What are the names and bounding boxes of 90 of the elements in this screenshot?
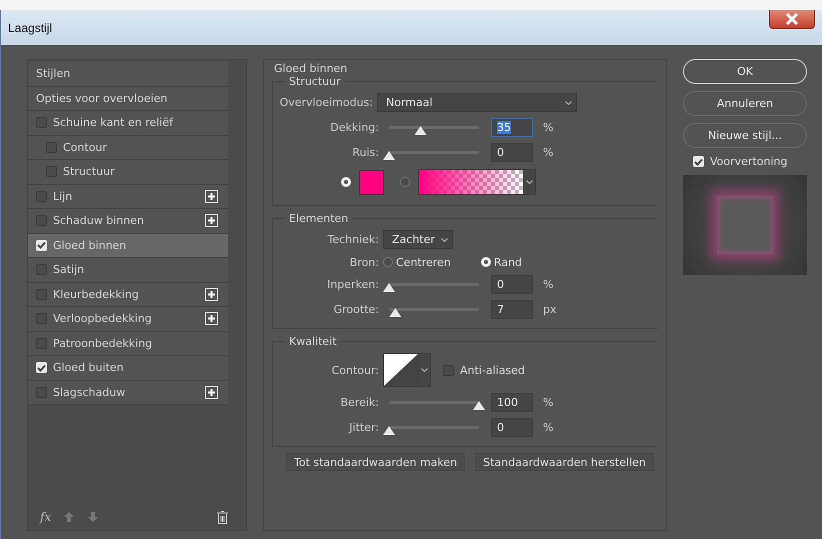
style-label: Verloopbedekking	[53, 312, 152, 326]
style-label: Opties voor overvloeien	[36, 92, 168, 105]
radio-option[interactable]: Centreren	[383, 256, 451, 268]
slider-thumb[interactable]	[473, 401, 485, 410]
chevron-down-icon	[440, 238, 448, 242]
style-label: Structuur	[63, 165, 115, 178]
field-label: Bereik:	[340, 396, 380, 409]
style-item[interactable]: Stijlen	[28, 62, 228, 86]
style-label: Lijn	[53, 190, 72, 203]
style-item[interactable]: Structuur	[28, 160, 228, 184]
style-label: Schaduw binnen	[53, 214, 144, 228]
group-title: Kwaliteit	[288, 335, 338, 348]
slider-thumb[interactable]	[414, 126, 426, 135]
style-item[interactable]: Slagschaduw	[28, 380, 228, 405]
color-swatch[interactable]	[359, 170, 384, 194]
dialog-button[interactable]: OK	[683, 59, 807, 84]
style-item[interactable]: Gloed binnen	[28, 234, 228, 258]
unit-label: %	[543, 278, 554, 291]
technique-dropdown[interactable]: Zachter	[383, 230, 453, 249]
unit-label: %	[543, 121, 554, 134]
value-field[interactable]: 100	[491, 393, 533, 412]
style-label: Gloed binnen	[53, 238, 126, 252]
defaults-button[interactable]: Standaardwaarden herstellen	[475, 453, 654, 471]
dialog-button[interactable]: Nieuwe stijl...	[683, 123, 807, 148]
unit-label: %	[543, 146, 554, 159]
style-label: Gloed buiten	[53, 361, 124, 374]
chevron-down-icon	[526, 180, 532, 184]
group-title: Elementen	[288, 212, 350, 225]
chevron-down-icon	[565, 100, 572, 104]
field-label: Jitter:	[348, 421, 380, 434]
style-item[interactable]: Schuine kant en reliëf	[28, 111, 228, 136]
close-button[interactable]	[769, 10, 815, 29]
field-label: Ruis:	[351, 146, 380, 159]
add-icon[interactable]	[205, 386, 218, 399]
panel-title: Gloed binnen	[273, 62, 348, 75]
style-item[interactable]: Opties voor overvloeien	[28, 86, 228, 111]
window-title: Laagstijl	[8, 20, 52, 34]
value-field[interactable]: 35	[491, 118, 533, 137]
style-item[interactable]: Satijn	[28, 258, 228, 282]
trash-icon[interactable]	[217, 510, 228, 524]
style-item[interactable]: Gloed buiten	[28, 356, 228, 380]
radio-button[interactable]	[400, 177, 410, 187]
chevron-down-icon	[420, 368, 428, 372]
style-item[interactable]: Schaduw binnen	[28, 209, 228, 234]
style-label: Contour	[63, 140, 107, 154]
field-label: Grootte:	[332, 303, 380, 316]
field-label: Contour:	[330, 364, 380, 376]
value-field[interactable]: 0	[491, 275, 533, 294]
add-icon[interactable]	[205, 312, 218, 326]
slider-thumb[interactable]	[389, 308, 402, 317]
dialog-button[interactable]: Annuleren	[683, 91, 807, 116]
add-icon[interactable]	[205, 288, 218, 301]
close-icon	[785, 13, 799, 25]
preview-checkbox[interactable]: Voorvertoning	[683, 155, 807, 168]
style-label: Satijn	[53, 263, 84, 276]
field-label: Overvloeimodus:	[278, 96, 374, 109]
style-item[interactable]: Kleurbedekking	[28, 282, 228, 307]
style-item[interactable]: Lijn	[28, 184, 228, 209]
field-label: Dekking:	[329, 121, 380, 134]
slider-thumb[interactable]	[383, 151, 395, 160]
value-field[interactable]: 7	[491, 300, 533, 319]
contour-picker[interactable]	[383, 353, 431, 387]
defaults-button[interactable]: Tot standaardwaarden maken	[286, 453, 466, 471]
value-field[interactable]: 0	[491, 143, 533, 162]
style-item[interactable]: Patroonbedekking	[28, 332, 228, 356]
group-title: Structuur	[288, 75, 342, 88]
style-item[interactable]: Contour	[28, 136, 228, 160]
value-field[interactable]: 0	[491, 418, 533, 437]
style-label: Patroonbedekking	[53, 336, 152, 350]
effects-button[interactable]: fx	[40, 510, 52, 524]
unit-label: %	[543, 421, 554, 434]
add-icon[interactable]	[205, 190, 218, 203]
gradient-picker[interactable]	[418, 169, 536, 195]
style-label: Kleurbedekking	[53, 288, 139, 301]
style-item[interactable]: Verloopbedekking	[28, 307, 228, 332]
field-label: Inperken:	[326, 278, 380, 291]
unit-label: px	[543, 303, 556, 316]
field-label: Bron:	[348, 256, 380, 268]
slider-thumb[interactable]	[383, 426, 395, 435]
style-label: Schuine kant en reliëf	[53, 116, 174, 130]
add-icon[interactable]	[205, 214, 218, 228]
slider-thumb[interactable]	[383, 283, 395, 292]
blend-mode-dropdown[interactable]: Normaal	[377, 93, 577, 112]
unit-label: %	[543, 396, 554, 409]
radio-option[interactable]: Rand	[480, 256, 522, 268]
style-label: Stijlen	[36, 67, 70, 80]
style-label: Slagschaduw	[53, 386, 126, 399]
anti-aliased-checkbox[interactable]: Anti-aliased	[443, 364, 525, 376]
field-label: Techniek:	[326, 233, 380, 246]
check-icon	[694, 158, 703, 166]
